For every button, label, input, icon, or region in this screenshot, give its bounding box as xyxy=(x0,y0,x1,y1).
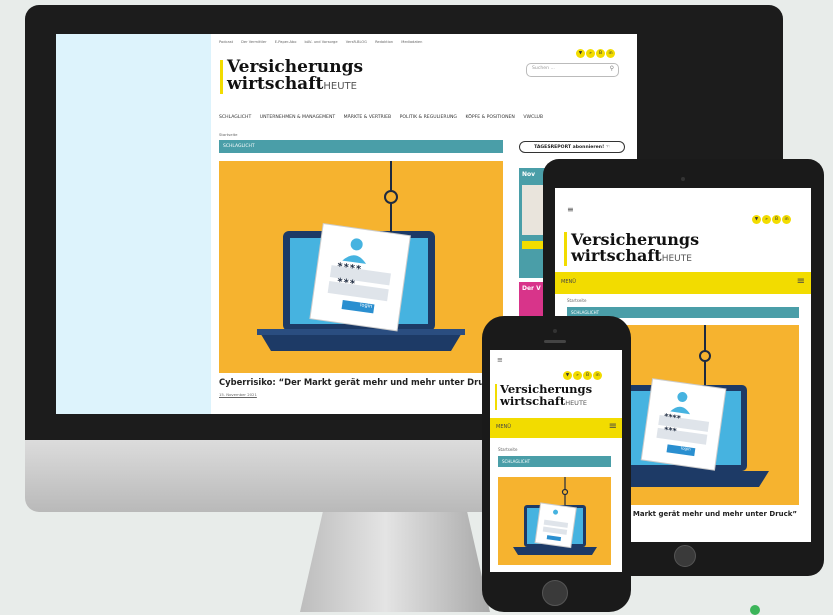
facebook-icon[interactable]: B xyxy=(596,49,605,58)
phone-social-icons: ▼» Bin xyxy=(562,361,602,380)
tablet-menu-bar[interactable]: MENÜ ≡ xyxy=(555,272,811,294)
tablet-login-stars-2: *** xyxy=(663,425,678,436)
monitor-stand xyxy=(300,512,490,612)
article-illustration[interactable]: **** *** login xyxy=(219,161,503,373)
tablet-menu-icon[interactable]: ≡ xyxy=(797,276,805,287)
tablet-social-icons: ▼» Bin xyxy=(751,205,791,224)
tablet-twitter-icon[interactable]: ▼ xyxy=(752,215,761,224)
twitter-icon[interactable]: ▼ xyxy=(576,49,585,58)
phone-section-bar[interactable]: SCHLAGLICHT xyxy=(498,456,611,467)
tablet-menu-label: MENÜ xyxy=(561,279,576,285)
phone-phishing-laptop-icon xyxy=(513,477,597,555)
tablet-camera xyxy=(681,177,685,181)
search-input[interactable]: Suchen ... ⚲ xyxy=(526,63,619,77)
breadcrumb[interactable]: Startseite xyxy=(219,132,237,137)
search-icon[interactable]: ⚲ xyxy=(610,65,614,72)
social-icons: ▼» Bin xyxy=(575,39,615,58)
phone-menu-bar[interactable]: MENÜ ≡ xyxy=(490,418,622,438)
phone-menu-label: MENÜ xyxy=(496,424,511,430)
nav-schlaglicht[interactable]: SCHLAGLICHT xyxy=(219,115,251,120)
tablet-article-headline[interactable]: r Markt gerät mehr und mehr unter Druck” xyxy=(627,510,797,518)
logo[interactable]: Versicherungs wirtschaftHEUTE xyxy=(227,59,363,95)
top-nav-bav[interactable]: bAV- und Vorsorge xyxy=(305,40,338,44)
phone-menu-icon[interactable]: ≡ xyxy=(609,421,617,432)
rss-icon[interactable]: » xyxy=(586,49,595,58)
tablet-linkedin-icon[interactable]: in xyxy=(782,215,791,224)
tablet-home-button[interactable] xyxy=(674,545,696,567)
tablet-logo-accent-bar xyxy=(564,232,567,266)
article-date: 15. November 2021 xyxy=(219,392,257,397)
nav-vwclub[interactable]: VWCLUB xyxy=(523,115,543,120)
phone-rss-icon[interactable]: » xyxy=(573,371,582,380)
top-nav-epaper[interactable]: E-Paper-Abo xyxy=(275,40,297,44)
top-nav-mediadaten[interactable]: Mediadaten xyxy=(401,40,422,44)
nav-unternehmen[interactable]: UNTERNEHMEN & MANAGEMENT xyxy=(260,115,335,120)
tablet-hamburger-icon[interactable]: ≡ xyxy=(567,205,574,214)
article-headline[interactable]: Cyberrisiko: “Der Markt gerät mehr und m… xyxy=(219,377,509,387)
linkedin-icon[interactable]: in xyxy=(606,49,615,58)
tagesreport-label: TAGESREPORT abonnieren! xyxy=(534,145,605,150)
tablet-rss-icon[interactable]: » xyxy=(762,215,771,224)
top-nav: Podcast Der Vermittler E-Paper-Abo bAV- … xyxy=(219,40,429,44)
logo-heute: HEUTE xyxy=(323,81,357,92)
top-nav-vermittler[interactable]: Der Vermittler xyxy=(241,40,266,44)
phone-breadcrumb[interactable]: Startseite xyxy=(498,447,517,452)
phone-speaker xyxy=(544,340,566,343)
phone-logo-line2: wirtschaft xyxy=(500,394,566,408)
phone-logo[interactable]: Versicherungs wirtschaftHEUTE xyxy=(500,383,592,409)
logo-line2: wirtschaft xyxy=(227,74,324,94)
phone-linkedin-icon[interactable]: in xyxy=(593,371,602,380)
phone-logo-accent-bar xyxy=(495,384,497,410)
section-bar[interactable]: SCHLAGLICHT xyxy=(219,140,503,153)
top-nav-redaktion[interactable]: Redaktion xyxy=(375,40,393,44)
phone-home-button[interactable] xyxy=(542,580,568,606)
phone-logo-heute: HEUTE xyxy=(565,399,588,407)
tablet-logo[interactable]: Versicherungs wirtschaftHEUTE xyxy=(571,232,699,267)
top-nav-podcast[interactable]: Podcast xyxy=(219,40,233,44)
logo-accent-bar xyxy=(220,60,223,94)
decorative-dot xyxy=(750,605,760,615)
tablet-breadcrumb[interactable]: Startseite xyxy=(567,298,586,303)
nav-maerkte[interactable]: MÄRKTE & VERTRIEB xyxy=(344,115,391,120)
phone-hamburger-icon[interactable]: ≡ xyxy=(497,356,503,364)
cursor-icon: ☜ xyxy=(605,145,610,150)
tablet-logo-heute: HEUTE xyxy=(661,254,692,264)
main-nav: SCHLAGLICHT UNTERNEHMEN & MANAGEMENT MÄR… xyxy=(219,115,550,120)
nav-koepfe[interactable]: KÖPFE & POSITIONEN xyxy=(465,115,514,120)
phone-twitter-icon[interactable]: ▼ xyxy=(563,371,572,380)
phone-article-illustration[interactable] xyxy=(498,477,611,565)
tablet-logo-line2: wirtschaft xyxy=(571,246,662,265)
nav-politik[interactable]: POLITIK & REGULIERUNG xyxy=(400,115,457,120)
tagesreport-button[interactable]: TAGESREPORT abonnieren! ☜ xyxy=(519,141,625,153)
phone-screen: ≡ ▼» Bin Versicherungs wirtschaftHEUTE ME… xyxy=(490,350,622,572)
search-placeholder: Suchen ... xyxy=(532,66,555,71)
tablet-facebook-icon[interactable]: B xyxy=(772,215,781,224)
top-nav-versr-blog[interactable]: VersR-BLOG xyxy=(346,40,367,44)
phone-camera xyxy=(553,329,557,333)
phone-facebook-icon[interactable]: B xyxy=(583,371,592,380)
